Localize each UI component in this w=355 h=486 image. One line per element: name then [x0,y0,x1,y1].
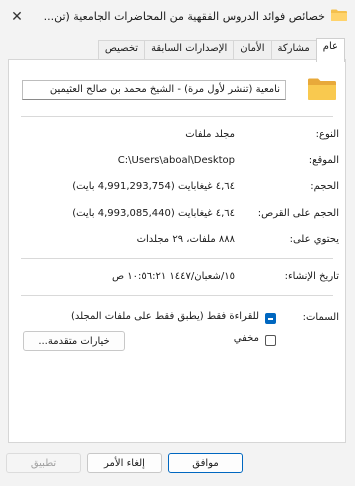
type-value: مجلد ملفات [185,129,235,140]
size-label: الحجم: [310,181,339,192]
hidden-label: مخفي [233,333,259,344]
tab-customize[interactable]: تخصيص [97,40,146,61]
location-value: C:\Users\aboal\Desktop [117,155,235,166]
tab-bar: عام مشاركة الأمان الإصدارات السابقة تخصي… [97,38,345,62]
disk-size-value: ٤,٦٤ غيغابايت (4,993,085,440 بايت) [72,208,235,219]
window-title: خصائص فوائد الدروس الفقهية من المحاضرات … [43,10,325,23]
title-bar: ✕ خصائص فوائد الدروس الفقهية من المحاضرا… [0,0,355,36]
location-label: الموقع: [308,155,339,166]
contains-label: يحتوي على: [289,234,339,245]
apply-button[interactable]: تطبيق [6,453,81,473]
tab-sharing[interactable]: مشاركة [270,40,317,61]
close-icon: ✕ [11,9,23,25]
folder-icon [308,78,336,100]
divider [21,295,333,296]
created-value: ١٥/شعبان/١٤٤٧ ١٠:٥٦:٢١ ص [111,271,235,282]
general-panel: نامعية (تنشر لأول مرة) - الشيخ محمد بن ص… [8,59,346,443]
tab-security[interactable]: الأمان [233,40,272,61]
size-value: ٤,٦٤ غيغابايت (4,991,293,754 بايت) [72,181,235,192]
divider [21,116,333,117]
contains-value: ٨٨٨ ملفات، ٢٩ مجلدات [136,234,235,245]
attributes-label: السمات: [302,312,339,323]
tab-general[interactable]: عام [315,38,345,62]
close-button[interactable]: ✕ [0,0,34,34]
readonly-label: للقراءة فقط (يطبق فقط على ملفات المجلد) [71,311,259,322]
hidden-checkbox[interactable] [265,335,276,346]
readonly-checkbox[interactable] [265,313,276,324]
ok-button[interactable]: موافق [168,453,243,473]
type-label: النوع: [315,129,339,140]
folder-icon [331,9,347,21]
tab-previous-versions[interactable]: الإصدارات السابقة [144,40,235,61]
divider [21,258,333,259]
advanced-button[interactable]: خيارات متقدمة... [23,331,125,351]
cancel-button[interactable]: إلغاء الأمر [87,453,162,473]
disk-size-label: الحجم على القرص: [257,208,339,219]
created-label: تاريخ الإنشاء: [284,271,339,282]
name-field[interactable]: نامعية (تنشر لأول مرة) - الشيخ محمد بن ص… [22,80,286,100]
